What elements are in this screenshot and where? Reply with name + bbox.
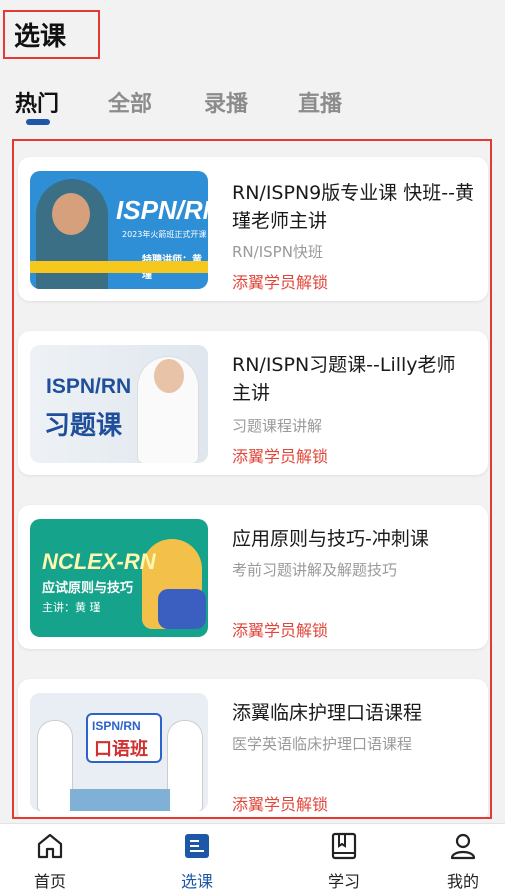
thumb-title: ISPN/RN (46, 375, 132, 398)
unlock-label[interactable]: 添翼学员解锁 (232, 269, 328, 293)
course-list-icon (185, 834, 209, 858)
course-thumbnail: ISPN/RN 习题课 (30, 345, 208, 463)
active-tab-indicator (26, 119, 50, 125)
thumb-subtitle: 2023年火箭班正式开课 (122, 230, 207, 239)
category-tabs: 热门 全部 录播 直播 (0, 86, 505, 126)
tab-live[interactable]: 直播 (298, 86, 342, 118)
nav-courses[interactable]: 选课 (157, 824, 237, 891)
course-list[interactable]: ISPN/RN 2023年火箭班正式开课 特聘讲师：黄瑾 RN/ISPN9版专业… (12, 139, 492, 819)
course-card[interactable]: ISPN/RN 习题课 RN/ISPN习题课--Lilly老师主讲 习题课程讲解… (18, 331, 488, 475)
course-card[interactable]: ISPN/RN 2023年火箭班正式开课 特聘讲师：黄瑾 RN/ISPN9版专业… (18, 157, 488, 301)
course-title: 添翼临床护理口语课程 (232, 702, 423, 724)
thumb-title: ISPN/RN (116, 195, 208, 225)
thumb-title: ISPN/RN (92, 719, 141, 733)
tab-all[interactable]: 全部 (108, 86, 152, 118)
nav-study-label: 学习 (327, 872, 360, 891)
doctor-figure (38, 721, 72, 811)
thumb-title: NCLEX-RN (42, 549, 156, 574)
student-legs (158, 589, 206, 629)
unlock-label[interactable]: 添翼学员解锁 (232, 617, 328, 641)
book-icon (331, 832, 357, 860)
unlock-label[interactable]: 添翼学员解锁 (232, 791, 328, 815)
nav-study[interactable]: 学习 (304, 824, 384, 891)
course-thumbnail: ISPN/RN 2023年火箭班正式开课 特聘讲师：黄瑾 (30, 171, 208, 289)
course-card[interactable]: ISPN/RN 口语班 添翼临床护理口语课程 医学英语临床护理口语课程 添翼学员… (18, 679, 488, 817)
course-card[interactable]: NCLEX-RN 应试原则与技巧 主讲：黄 瑾 应用原则与技巧-冲刺课 考前习题… (18, 505, 488, 649)
nav-courses-label: 选课 (180, 872, 213, 891)
thumb-subtitle: 习题课 (44, 411, 123, 441)
course-subtitle: 习题课程讲解 (232, 417, 323, 435)
teacher-face (52, 193, 90, 235)
course-subtitle: RN/ISPN快班 (232, 243, 323, 261)
bottom-navigation: 首页 选课 学习 我的 (0, 823, 505, 891)
nav-home-label: 首页 (33, 872, 66, 891)
course-title: RN/ISPN9版专业课 快班--黄瑾老师主讲 (232, 182, 474, 232)
page-title: 选课 (14, 22, 67, 52)
tab-recorded[interactable]: 录播 (204, 86, 248, 118)
course-thumbnail: ISPN/RN 口语班 (30, 693, 208, 811)
nav-home[interactable]: 首页 (10, 824, 90, 891)
nurse-figure (168, 721, 202, 811)
thumb-teacher: 主讲：黄 瑾 (42, 601, 101, 614)
course-title: RN/ISPN习题课--Lilly老师主讲 (232, 354, 456, 404)
home-icon (37, 833, 63, 859)
user-icon (450, 833, 476, 860)
unlock-label[interactable]: 添翼学员解锁 (232, 443, 328, 467)
nav-profile[interactable]: 我的 (423, 824, 503, 891)
thumb-stripe (30, 261, 208, 273)
nurse-face (154, 359, 184, 393)
course-thumbnail: NCLEX-RN 应试原则与技巧 主讲：黄 瑾 (30, 519, 208, 637)
desk-illustration (70, 789, 170, 811)
tab-hot[interactable]: 热门 (15, 86, 59, 118)
thumb-subtitle: 应试原则与技巧 (42, 581, 134, 596)
course-title: 应用原则与技巧-冲刺课 (232, 528, 429, 550)
nav-profile-label: 我的 (446, 872, 479, 891)
course-subtitle: 医学英语临床护理口语课程 (232, 735, 413, 753)
course-subtitle: 考前习题讲解及解题技巧 (232, 561, 398, 579)
thumb-subtitle: 口语班 (94, 739, 148, 760)
